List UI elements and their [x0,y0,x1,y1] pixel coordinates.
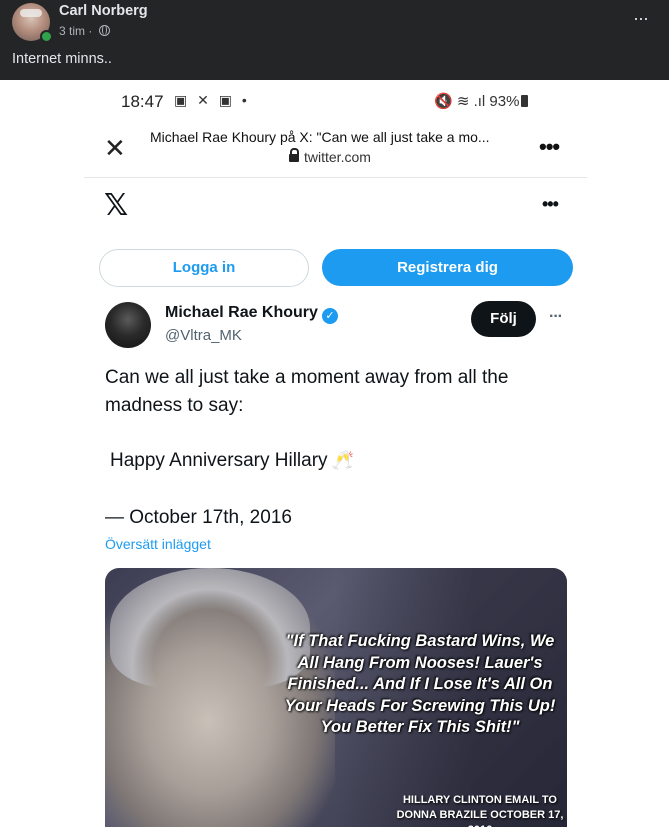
page-title: Michael Rae Khoury på X: "Can we all jus… [150,129,490,145]
meme-caption: HILLARY CLINTON EMAIL TO DONNA BRAZILE O… [395,793,565,827]
cheers-emoji-icon: 🥂 [331,450,354,471]
x-logo-icon[interactable]: 𝕏 [104,188,128,223]
login-button[interactable]: Logga in [99,249,309,287]
signup-button[interactable]: Registrera dig [322,249,573,286]
translate-post-link[interactable]: Översätt inlägget [105,536,211,552]
meme-caption-line2: DONNA BRAZILE OCTOBER 17, 2016 [396,809,564,827]
post-time[interactable]: 3 tim [59,24,85,38]
shared-screenshot-image[interactable]: 18:47 ▣ ✕ ▣ • 🔇 ≋ .ıl 93% ✕ Michael Rae … [84,80,587,827]
tweet-media-image[interactable]: "If That Fucking Bastard Wins, We All Ha… [105,568,567,827]
tweet-text-line2: Happy Anniversary Hillary 🥂 [110,447,550,475]
globe-icon [98,25,110,36]
tweet-author-name[interactable]: Michael Rae Khoury [165,304,318,321]
tweet-author[interactable]: Michael Rae Khoury ✓ [165,304,338,324]
battery-icon [521,95,529,107]
meme-quote: "If That Fucking Bastard Wins, We All Ha… [284,632,556,736]
status-right: 🔇 ≋ .ıl 93% [434,92,529,110]
meta-separator: · [88,24,93,38]
follow-button[interactable]: Följ [471,301,536,337]
status-time: 18:47 [121,92,164,111]
online-status-dot [40,30,53,43]
tweet-author-avatar[interactable] [105,302,151,348]
lock-icon [289,148,299,162]
phone-status-bar: 18:47 ▣ ✕ ▣ • 🔇 ≋ .ıl 93% [84,80,587,122]
tweet-anniversary-text: Happy Anniversary Hillary [110,450,328,471]
facebook-post-header: Carl Norberg 3 tim · ··· Internet minns.… [0,0,669,80]
battery-text: 🔇 ≋ .ıl 93% [434,93,520,110]
tweet-text-date: — October 17th, 2016 [105,507,292,528]
post-meta: 3 tim · [59,24,110,38]
browser-bar: ✕ Michael Rae Khoury på X: "Can we all j… [84,122,587,178]
tweet-more-button[interactable]: ··· [549,308,563,326]
notification-icons: ▣ ✕ ▣ • [174,92,250,108]
url-text: twitter.com [304,149,371,165]
page-url: twitter.com [289,148,371,165]
post-options-button[interactable]: ··· [633,8,649,29]
x-more-button[interactable]: ••• [542,194,559,215]
meme-caption-line1: HILLARY CLINTON EMAIL TO [402,794,557,806]
post-text: Internet minns.. [12,51,112,67]
verified-badge-icon: ✓ [321,308,338,324]
author-name[interactable]: Carl Norberg [59,3,148,19]
tweet-text-line1: Can we all just take a moment away from … [105,367,509,416]
browser-menu-button[interactable]: ••• [539,134,560,160]
close-icon[interactable]: ✕ [104,133,126,164]
tweet-author-handle[interactable]: @Vltra_MK [165,327,242,344]
